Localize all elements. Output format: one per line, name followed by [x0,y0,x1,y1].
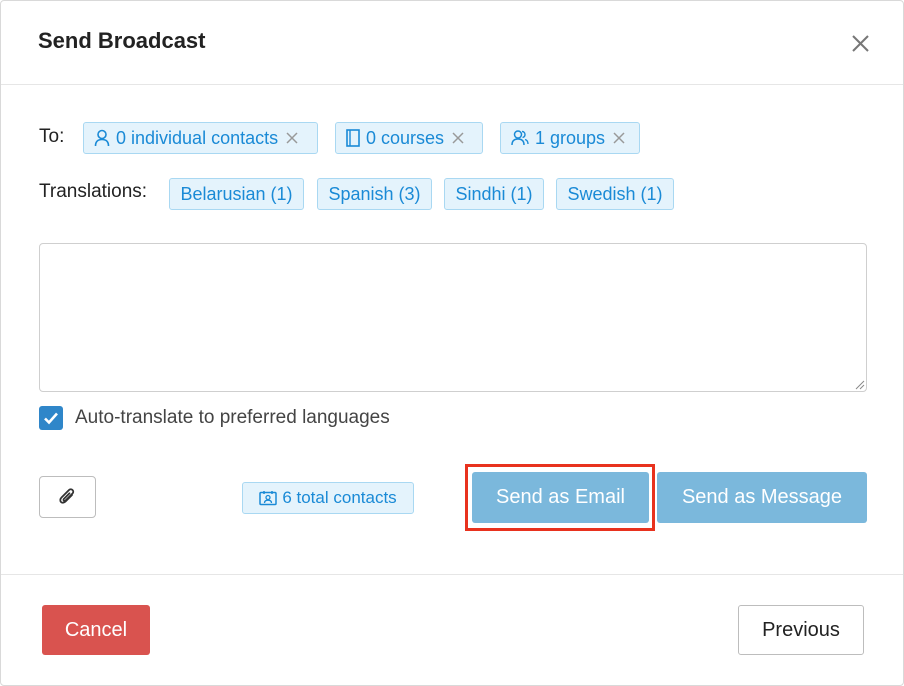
total-contacts-badge: 6 total contacts [242,482,414,514]
dialog-title: Send Broadcast [38,28,206,53]
remove-chip-icon[interactable] [286,132,298,144]
send-as-message-button[interactable]: Send as Message [657,472,867,523]
message-textarea[interactable] [39,243,867,392]
user-icon [94,129,110,147]
translation-chip-sindhi[interactable]: Sindhi (1) [444,178,544,210]
close-icon [852,35,869,52]
remove-chip-icon[interactable] [613,132,625,144]
to-label: To: [39,126,65,147]
contact-card-icon [259,490,278,506]
checkmark-icon [44,412,58,425]
close-button[interactable] [846,29,876,59]
translations-label: Translations: [39,181,148,202]
book-icon [346,129,360,147]
previous-button[interactable]: Previous [738,605,864,655]
total-contacts-label: 6 total contacts [282,488,397,507]
recipient-chip-courses[interactable]: 0 courses [335,122,483,154]
paperclip-icon [58,488,74,504]
send-as-email-button[interactable]: Send as Email [472,472,649,523]
users-icon [511,129,529,147]
auto-translate-label: Auto-translate to preferred languages [75,407,390,428]
recipient-chip-groups[interactable]: 1 groups [500,122,640,154]
send-broadcast-dialog: Send Broadcast To: 0 individual contacts [0,0,904,686]
dialog-header: Send Broadcast [1,1,903,85]
remove-chip-icon[interactable] [452,132,464,144]
footer-divider [1,574,903,575]
resize-handle-icon[interactable] [853,378,865,390]
cancel-button[interactable]: Cancel [42,605,150,655]
attach-button[interactable] [39,476,96,518]
auto-translate-checkbox[interactable] [39,406,63,430]
recipient-chip-label: 0 individual contacts [116,127,279,148]
recipient-chip-label: 1 groups [535,127,606,148]
translation-chip-belarusian[interactable]: Belarusian (1) [169,178,304,210]
translation-chip-spanish[interactable]: Spanish (3) [317,178,432,210]
recipient-chip-label: 0 courses [366,127,445,148]
recipient-chip-contacts[interactable]: 0 individual contacts [83,122,318,154]
translation-chip-swedish[interactable]: Swedish (1) [556,178,674,210]
